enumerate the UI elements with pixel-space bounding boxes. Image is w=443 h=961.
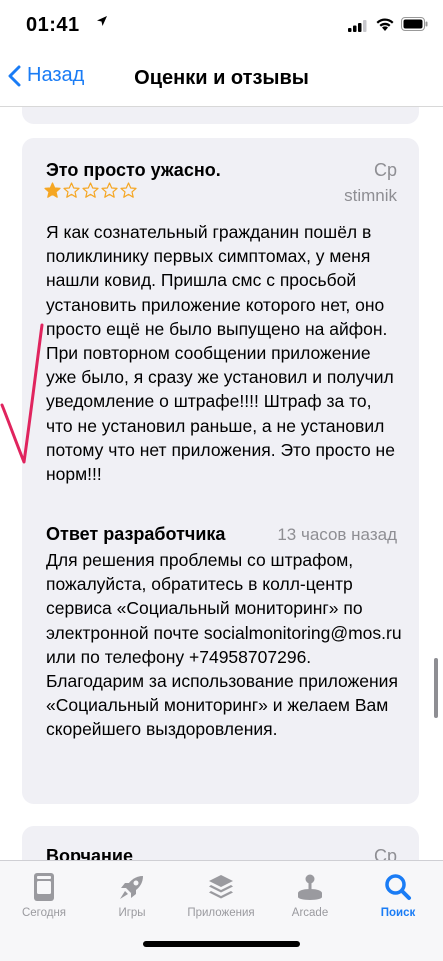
next-review-card[interactable]: Ворчание Ср	[22, 826, 419, 860]
search-icon	[385, 874, 411, 900]
arcade-joystick-icon	[298, 874, 322, 900]
location-arrow-icon	[97, 16, 107, 26]
battery-icon	[401, 17, 428, 31]
tab-label: Поиск	[380, 907, 416, 919]
tab-apps[interactable]: Приложения	[177, 871, 265, 919]
review-card[interactable]: Это просто ужасно. Ср stimnik Я как созн…	[22, 138, 419, 804]
tab-label: Сегодня	[21, 907, 67, 919]
tab-games[interactable]: Игры	[88, 871, 176, 919]
status-time: 01:41	[26, 14, 80, 36]
developer-response-time: 13 часов назад	[277, 525, 397, 544]
star-filled-icon	[44, 182, 61, 198]
tab-label: Игры	[118, 907, 146, 919]
scroll-indicator[interactable]	[434, 658, 438, 718]
star-empty-icon	[120, 182, 137, 198]
status-bar: 01:41	[0, 0, 443, 50]
cellular-signal-icon	[348, 20, 367, 32]
apps-stack-icon	[209, 875, 233, 899]
review-body: Я как сознательный гражданин пошёл в пол…	[46, 222, 395, 485]
tab-label: Приложения	[187, 907, 255, 919]
navigation-bar: Назад Оценки и отзывы	[0, 50, 443, 107]
reviews-list[interactable]: Это просто ужасно. Ср stimnik Я как созн…	[0, 107, 443, 860]
tab-label: Arcade	[291, 907, 329, 919]
rocket-icon	[120, 876, 143, 899]
star-empty-icon	[82, 182, 99, 198]
wifi-icon	[376, 18, 394, 31]
tab-search[interactable]: Поиск	[354, 871, 442, 919]
today-icon	[34, 873, 54, 901]
review-author: stimnik	[344, 186, 397, 205]
next-review-date: Ср	[373, 846, 397, 860]
tab-today[interactable]: Сегодня	[0, 871, 88, 919]
next-review-title: Ворчание	[46, 846, 133, 860]
star-rating	[44, 182, 137, 199]
previous-review-card[interactable]	[22, 107, 419, 124]
developer-response-title: Ответ разработчика	[46, 524, 226, 544]
star-empty-icon	[63, 182, 80, 198]
developer-response-body: Для решения проблемы со штрафом, пожалуй…	[46, 550, 402, 740]
tab-arcade[interactable]: Arcade	[266, 871, 354, 919]
star-empty-icon	[101, 182, 118, 198]
home-indicator[interactable]	[143, 941, 300, 947]
review-date: Ср	[373, 160, 397, 180]
review-title: Это просто ужасно.	[46, 160, 221, 180]
page-title: Оценки и отзывы	[134, 67, 309, 89]
